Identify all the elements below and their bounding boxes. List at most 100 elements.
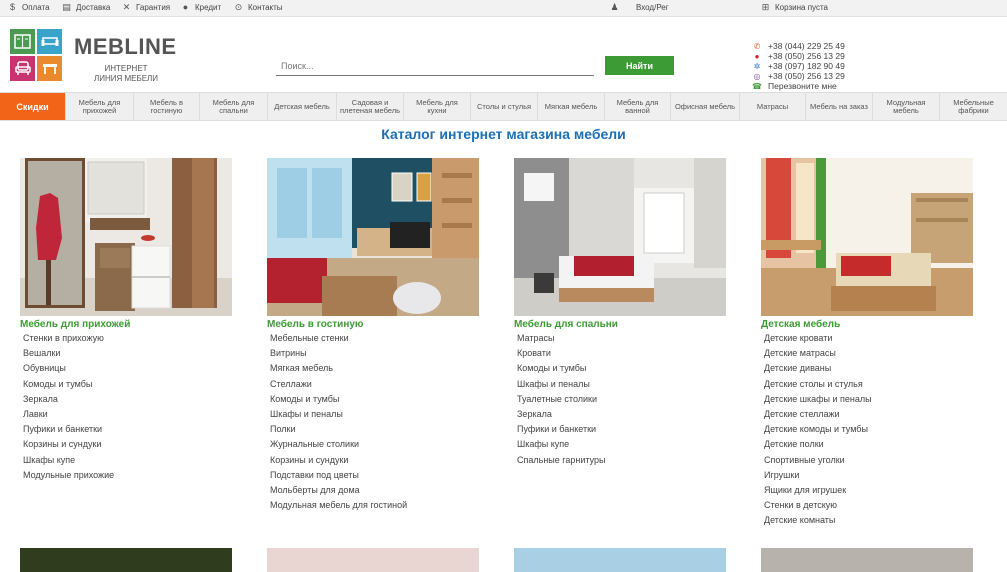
list-item[interactable]: Детские комоды и тумбы <box>764 422 976 437</box>
nav-item-living-room[interactable]: Мебель в гостиную <box>134 93 200 120</box>
nav-item-custom[interactable]: Мебель на заказ <box>806 93 873 120</box>
nav-item-hallway[interactable]: Мебель для прихожей <box>66 93 134 120</box>
nav-item-bathroom[interactable]: Мебель для ванной <box>605 93 671 120</box>
list-item[interactable]: Игрушки <box>764 468 976 483</box>
list-item[interactable]: Модульная мебель для гостиной <box>270 498 482 513</box>
category-title[interactable]: Мебель в гостиную <box>267 319 482 330</box>
list-item[interactable]: Стенки в прихожую <box>23 331 235 346</box>
search-button[interactable]: Найти <box>605 56 674 75</box>
contacts-link[interactable]: ⊙ Контакты <box>234 2 283 13</box>
list-item[interactable]: Подставки под цветы <box>270 468 482 483</box>
cart-link[interactable]: ⊞ Корзина пуста <box>761 2 828 13</box>
list-item[interactable]: Мягкая мебель <box>270 361 482 376</box>
category-title[interactable]: Детская мебель <box>761 319 976 330</box>
nav-item-tables-chairs[interactable]: Столы и стулья <box>471 93 538 120</box>
nav-item-garden[interactable]: Садовая и плетеная мебель <box>337 93 404 120</box>
nav-item-bedroom[interactable]: Мебель для спальни <box>200 93 268 120</box>
logo-name[interactable]: MEBLINE <box>74 34 177 60</box>
list-item[interactable]: Шкафы купе <box>23 453 235 468</box>
compass-icon: ⊙ <box>234 2 243 12</box>
top-bar: $ Оплата ▤ Доставка ✕ Гарантия ● Кредит … <box>0 0 1007 17</box>
list-item[interactable]: Пуфики и банкетки <box>517 422 729 437</box>
warranty-link[interactable]: ✕ Гарантия <box>122 3 170 13</box>
category-image-partial[interactable] <box>761 548 973 572</box>
search-input[interactable] <box>276 57 594 76</box>
list-item[interactable]: Детские стеллажи <box>764 407 976 422</box>
phone-row[interactable]: ● +38 (050) 256 13 29 <box>752 51 845 61</box>
category-kids: Детская мебель Детские кровати Детские м… <box>761 158 976 528</box>
list-item[interactable]: Полки <box>270 422 482 437</box>
list-item[interactable]: Туалетные столики <box>517 392 729 407</box>
list-item[interactable]: Зеркала <box>517 407 729 422</box>
nav-item-modular[interactable]: Модульная мебель <box>873 93 940 120</box>
nav-item-soft-furniture[interactable]: Мягкая мебель <box>538 93 605 120</box>
list-item[interactable]: Мольберты для дома <box>270 483 482 498</box>
list-item[interactable]: Детские шкафы и пеналы <box>764 392 976 407</box>
list-item[interactable]: Спортивные уголки <box>764 453 976 468</box>
cart-icon: ⊞ <box>761 2 770 12</box>
list-item[interactable]: Корзины и сундуки <box>23 437 235 452</box>
kids-room-image[interactable] <box>761 158 973 316</box>
payment-link[interactable]: $ Оплата <box>8 3 50 13</box>
list-item[interactable]: Кровати <box>517 346 729 361</box>
list-item[interactable]: Шкафы и пеналы <box>270 407 482 422</box>
list-item[interactable]: Витрины <box>270 346 482 361</box>
list-item[interactable]: Детские матрасы <box>764 346 976 361</box>
nav-item-mattresses[interactable]: Матрасы <box>740 93 806 120</box>
list-item[interactable]: Модульные прихожие <box>23 468 235 483</box>
phone-icon: ✆ <box>753 41 761 51</box>
hallway-image[interactable] <box>20 158 232 316</box>
list-item[interactable]: Корзины и сундуки <box>270 453 482 468</box>
list-item[interactable]: Вешалки <box>23 346 235 361</box>
list-item[interactable]: Детские комнаты <box>764 513 976 528</box>
list-item[interactable]: Детские кровати <box>764 331 976 346</box>
living-room-image[interactable] <box>267 158 479 316</box>
list-item[interactable]: Мебельные стенки <box>270 331 482 346</box>
list-item[interactable]: Зеркала <box>23 392 235 407</box>
armchair-icon <box>10 56 35 81</box>
nav-item-factories[interactable]: Мебельные фабрики <box>940 93 1007 120</box>
subcategory-list: Мебельные стенки Витрины Мягкая мебель С… <box>267 331 482 513</box>
list-item[interactable]: Лавки <box>23 407 235 422</box>
category-image-partial[interactable] <box>267 548 479 572</box>
category-image-partial[interactable] <box>514 548 726 572</box>
callback-link[interactable]: ☎ Перезвоните мне <box>752 81 845 91</box>
login-link[interactable]: ♟ Вход/Рег <box>610 3 668 13</box>
category-title[interactable]: Мебель для спальни <box>514 319 729 330</box>
category-image-partial[interactable] <box>20 548 232 572</box>
list-item[interactable]: Журнальные столики <box>270 437 482 452</box>
list-item[interactable]: Стеллажи <box>270 377 482 392</box>
list-item[interactable]: Детские диваны <box>764 361 976 376</box>
delivery-label: Доставка <box>76 3 111 12</box>
list-item[interactable]: Ящики для игрушек <box>764 483 976 498</box>
list-item[interactable]: Комоды и тумбы <box>517 361 729 376</box>
subcategory-list: Стенки в прихожую Вешалки Обувницы Комод… <box>20 331 235 483</box>
list-item[interactable]: Стенки в детскую <box>764 498 976 513</box>
list-item[interactable]: Комоды и тумбы <box>270 392 482 407</box>
nav-item-kitchen[interactable]: Мебель для кухни <box>404 93 471 120</box>
list-item[interactable]: Комоды и тумбы <box>23 377 235 392</box>
list-item[interactable]: Пуфики и банкетки <box>23 422 235 437</box>
subcategory-list: Матрасы Кровати Комоды и тумбы Шкафы и п… <box>514 331 729 468</box>
list-item[interactable]: Детские столы и стулья <box>764 377 976 392</box>
list-item[interactable]: Шкафы и пеналы <box>517 377 729 392</box>
credit-link[interactable]: ● Кредит <box>181 2 221 13</box>
list-item[interactable]: Шкафы купе <box>517 437 729 452</box>
nav-item-office[interactable]: Офисная мебель <box>671 93 740 120</box>
piggy-icon: ● <box>182 2 189 12</box>
phone-row[interactable]: ✲ +38 (097) 182 90 49 <box>752 61 845 71</box>
nav-item-sale[interactable]: Скидки <box>0 93 66 120</box>
list-item[interactable]: Матрасы <box>517 331 729 346</box>
bedroom-image[interactable] <box>514 158 726 316</box>
list-item[interactable]: Детские полки <box>764 437 976 452</box>
logo-subtitle: ИНТЕРНЕТ ЛИНИЯ МЕБЕЛИ <box>93 64 159 83</box>
phone-row[interactable]: ◎ +38 (050) 256 13 29 <box>752 71 845 81</box>
list-item[interactable]: Спальные гарнитуры <box>517 453 729 468</box>
category-title[interactable]: Мебель для прихожей <box>20 319 235 330</box>
subcategory-list: Детские кровати Детские матрасы Детские … <box>761 331 976 528</box>
logo-mark[interactable] <box>10 29 63 82</box>
list-item[interactable]: Обувницы <box>23 361 235 376</box>
delivery-link[interactable]: ▤ Доставка <box>62 3 111 13</box>
nav-item-kids[interactable]: Детская мебель <box>268 93 337 120</box>
phone-row[interactable]: ✆ +38 (044) 229 25 49 <box>752 41 845 51</box>
